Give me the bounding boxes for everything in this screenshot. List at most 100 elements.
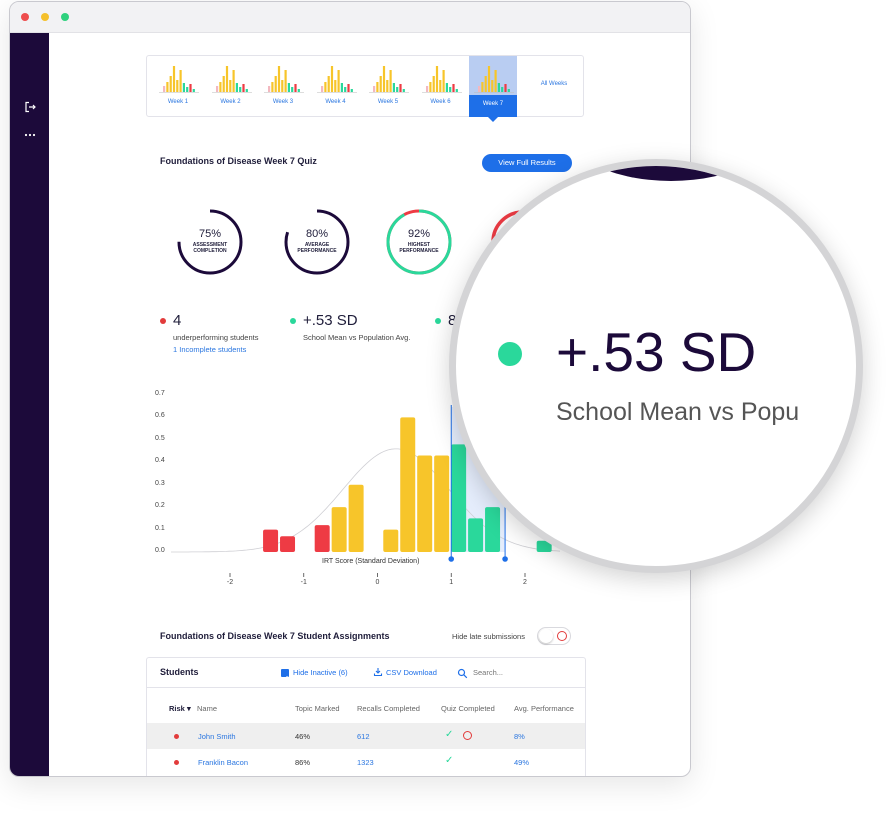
gauge-value: 92% [407, 228, 431, 240]
week-tab-7[interactable]: Week 7 [469, 56, 517, 122]
header-avg[interactable]: Avg. Performance [514, 704, 574, 713]
header-risk[interactable]: Risk ▾ [169, 704, 191, 713]
mini-bar [402, 89, 405, 92]
week-tab-5[interactable]: Week 5 [364, 56, 412, 117]
week-label: Week 6 [430, 99, 451, 105]
gauge-value: 75% [198, 228, 222, 240]
mini-bar [277, 66, 281, 92]
csv-download-button[interactable]: CSV Download [386, 668, 437, 677]
mini-bar [438, 80, 441, 92]
stat-value: +.53 SD [303, 312, 358, 329]
student-name[interactable]: Franklin Bacon [198, 758, 248, 767]
mini-bar [507, 89, 510, 92]
header-topic[interactable]: Topic Marked [295, 704, 340, 713]
mini-bar [425, 86, 428, 92]
close-window-button[interactable] [21, 13, 29, 21]
mini-bar [337, 70, 340, 92]
hide-inactive-label[interactable]: Hide Inactive (6) [293, 668, 348, 677]
mini-bar [176, 80, 179, 92]
hide-inactive-checkbox[interactable] [281, 669, 289, 681]
mini-bar [218, 82, 221, 92]
week-tab-1[interactable]: Week 1 [154, 56, 202, 117]
logout-icon[interactable] [23, 101, 37, 115]
week-all[interactable]: All Weeks [531, 80, 577, 88]
more-icon[interactable] [23, 129, 37, 143]
week-label: Week 2 [220, 99, 241, 105]
mini-bar [494, 70, 497, 92]
avg-performance[interactable]: 49% [514, 758, 529, 767]
students-table: Students Hide Inactive (6) CSV Download … [146, 657, 586, 776]
histogram-bar [485, 507, 501, 552]
mini-bar [392, 83, 395, 92]
week-mini-chart [159, 66, 199, 93]
recalls-completed[interactable]: 1323 [357, 758, 374, 767]
week-label: Week 4 [325, 99, 346, 105]
week-label-wrap: Week 7 [469, 95, 517, 117]
search-input[interactable] [473, 665, 553, 679]
table-row[interactable]: John Smith 46% 612 ✓ 8% [147, 723, 585, 749]
week-tab-2[interactable]: Week 2 [207, 56, 255, 117]
chart-x-label: IRT Score (Standard Deviation) [322, 558, 420, 565]
gauge-label: HIGHEST PERFORMANCE [399, 242, 439, 254]
mini-bar [497, 83, 500, 92]
mini-bar [481, 82, 484, 92]
view-full-results-button[interactable]: View Full Results [482, 154, 572, 172]
week-label: Week 7 [482, 101, 504, 107]
avg-performance[interactable]: 8% [514, 732, 525, 741]
risk-indicator [174, 760, 179, 765]
magnifier-callout: +.53 SD School Mean vs Popu [449, 159, 863, 573]
header-recalls[interactable]: Recalls Completed [357, 704, 420, 713]
magnified-description: School Mean vs Popu [556, 398, 800, 426]
download-icon[interactable] [373, 667, 383, 679]
x-tick-label: 0 [375, 579, 380, 586]
marker-handle [448, 556, 455, 562]
week-tab-4[interactable]: Week 4 [312, 56, 360, 117]
header-name[interactable]: Name [197, 704, 217, 713]
mini-bar [340, 83, 343, 92]
clock-icon [463, 731, 472, 740]
magnified-bullet [498, 342, 522, 366]
maximize-window-button[interactable] [61, 13, 69, 21]
mini-bar [478, 86, 481, 92]
y-tick-label: 0.5 [155, 434, 165, 442]
mini-bar [435, 66, 438, 92]
topic-marked: 46% [295, 732, 311, 741]
week-tab-3[interactable]: Week 3 [259, 56, 307, 117]
histogram-bar [331, 507, 347, 552]
mini-bar [163, 86, 166, 92]
incomplete-students-link[interactable]: 1 Incomplete students [173, 345, 246, 354]
y-tick-label: 0.4 [155, 457, 165, 465]
mini-bar [232, 70, 235, 92]
mini-bar [376, 82, 379, 92]
week-label: Week 1 [167, 99, 189, 105]
hide-late-toggle[interactable] [537, 627, 571, 645]
mini-bar [182, 83, 185, 92]
mini-bar [491, 80, 494, 92]
mini-bar [166, 82, 169, 92]
check-icon: ✓ [445, 755, 454, 766]
sidebar [10, 33, 49, 776]
mini-bar [333, 80, 336, 92]
mini-bar [323, 82, 326, 92]
header-quiz[interactable]: Quiz Completed [441, 704, 495, 713]
student-name[interactable]: John Smith [198, 732, 236, 741]
week-mini-chart [264, 66, 304, 93]
mini-bar [241, 84, 245, 92]
week-tab-6[interactable]: Week 6 [417, 56, 465, 117]
mini-bar [222, 76, 225, 92]
table-row[interactable]: Franklin Bacon 86% 1323 ✓ 49% [147, 749, 585, 775]
off-icon [557, 631, 567, 641]
mini-bar [432, 76, 435, 92]
mini-bar [294, 84, 297, 92]
minimize-window-button[interactable] [41, 13, 49, 21]
week-label: Week 3 [272, 99, 294, 105]
mini-bar [386, 80, 389, 92]
stat-value: 4 [173, 312, 182, 329]
gauge-1: 75% ASSESSMENT COMPLETION [176, 208, 244, 276]
mini-bar [284, 70, 287, 92]
mini-bar [225, 66, 228, 92]
recalls-completed[interactable]: 612 [357, 732, 370, 741]
week-mini-chart [369, 66, 409, 93]
mini-bar [245, 89, 248, 92]
gauge-3: 92% HIGHEST PERFORMANCE [385, 208, 453, 276]
